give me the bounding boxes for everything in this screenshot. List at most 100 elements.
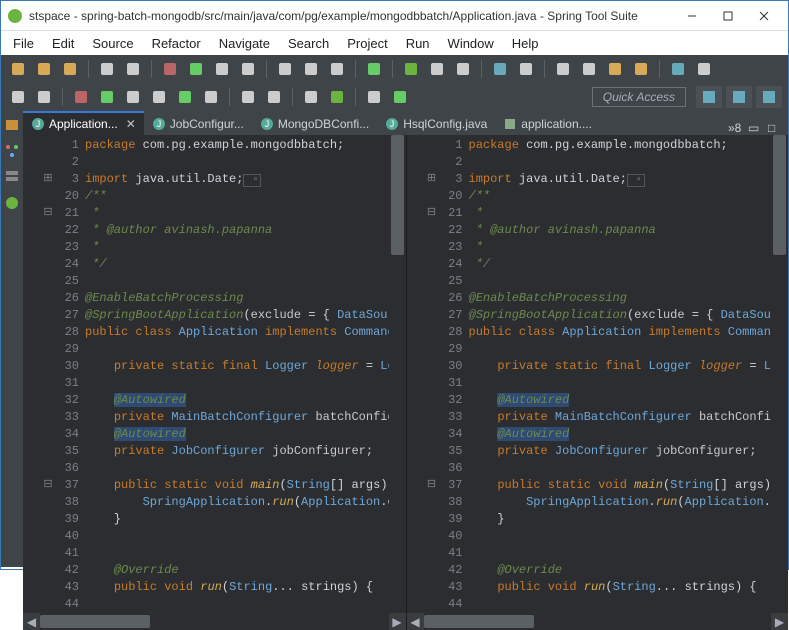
toolbar-newtype-icon[interactable] bbox=[122, 86, 144, 108]
editor-tab-2[interactable]: JMongoDBConfi... bbox=[252, 111, 377, 135]
code-line[interactable]: * bbox=[469, 205, 789, 222]
code-line[interactable]: private static final Logger logger = Log bbox=[85, 358, 406, 375]
toolbar-newpkg-icon[interactable] bbox=[667, 58, 689, 80]
toolbar-stop-icon[interactable] bbox=[211, 58, 233, 80]
code-line[interactable] bbox=[469, 528, 789, 545]
code-line[interactable] bbox=[85, 545, 406, 562]
code-line[interactable]: public static void main(String[] args) { bbox=[85, 477, 406, 494]
maximize-view-icon[interactable]: □ bbox=[768, 121, 782, 135]
open-perspective-icon[interactable] bbox=[696, 86, 722, 108]
maximize-button[interactable] bbox=[710, 2, 746, 30]
code-line[interactable] bbox=[469, 545, 789, 562]
package-explorer-icon[interactable] bbox=[4, 117, 20, 133]
toolbar-newfolder-icon[interactable] bbox=[70, 86, 92, 108]
toolbar-back-icon[interactable] bbox=[300, 86, 322, 108]
type-hierarchy-icon[interactable] bbox=[4, 143, 20, 159]
toolbar-redo-icon[interactable] bbox=[263, 86, 285, 108]
toolbar-stepret-icon[interactable] bbox=[326, 58, 348, 80]
toolbar-new-icon[interactable] bbox=[7, 58, 29, 80]
toolbar-spring-icon[interactable] bbox=[452, 58, 474, 80]
editor-tab-4[interactable]: application.... bbox=[495, 111, 600, 135]
toolbar-runlast-icon[interactable] bbox=[630, 58, 652, 80]
code-line[interactable] bbox=[469, 341, 789, 358]
code-line[interactable] bbox=[85, 341, 406, 358]
toolbar-run-boot-icon[interactable] bbox=[363, 58, 385, 80]
editor-tab-3[interactable]: JHsqlConfig.java bbox=[377, 111, 495, 135]
menu-refactor[interactable]: Refactor bbox=[144, 34, 209, 53]
toolbar-openres-icon[interactable] bbox=[33, 86, 55, 108]
code-line[interactable]: private MainBatchConfigurer batchConfigu bbox=[85, 409, 406, 426]
servers-icon[interactable] bbox=[4, 169, 20, 185]
code-line[interactable]: @Autowired bbox=[469, 426, 789, 443]
code-line[interactable]: @Autowired bbox=[469, 392, 789, 409]
toolbar-suspend-icon[interactable] bbox=[185, 58, 207, 80]
toolbar-disconnect-icon[interactable] bbox=[237, 58, 259, 80]
code-line[interactable]: } bbox=[469, 511, 789, 528]
code-line[interactable]: package com.pg.example.mongodbbatch; bbox=[469, 137, 789, 154]
code-line[interactable]: SpringApplication.run(Application.cl bbox=[85, 494, 406, 511]
editor-tab-0[interactable]: JApplication...✕ bbox=[23, 111, 144, 135]
horizontal-scrollbar[interactable]: ◀▶ bbox=[407, 613, 789, 630]
toolbar-stepover-icon[interactable] bbox=[300, 58, 322, 80]
fold-column[interactable]: ⊞⊟⊟ bbox=[41, 135, 55, 613]
tab-overflow-icon[interactable]: »8 bbox=[728, 121, 742, 135]
code-line[interactable]: * bbox=[85, 205, 406, 222]
menu-run[interactable]: Run bbox=[398, 34, 438, 53]
toolbar-stepinto-icon[interactable] bbox=[274, 58, 296, 80]
menu-project[interactable]: Project bbox=[339, 34, 395, 53]
code-line[interactable]: public void run(String... strings) { bbox=[469, 579, 789, 596]
vertical-scrollbar[interactable] bbox=[771, 135, 788, 613]
menu-navigate[interactable]: Navigate bbox=[211, 34, 278, 53]
toolbar-debug-icon[interactable] bbox=[96, 58, 118, 80]
toolbar-newfile-icon[interactable] bbox=[96, 86, 118, 108]
code-line[interactable]: * bbox=[469, 239, 789, 256]
code-line[interactable]: import java.util.Date; ▫ bbox=[469, 171, 789, 188]
toolbar-skip-icon[interactable] bbox=[122, 58, 144, 80]
code-line[interactable] bbox=[469, 460, 789, 477]
minimize-view-icon[interactable]: ▭ bbox=[748, 121, 762, 135]
debug-perspective-icon[interactable] bbox=[756, 86, 782, 108]
code-line[interactable] bbox=[85, 596, 406, 613]
code-line[interactable]: @SpringBootApplication(exclude = { DataS… bbox=[85, 307, 406, 324]
vertical-scrollbar[interactable] bbox=[389, 135, 406, 613]
toolbar-ann-next-icon[interactable] bbox=[389, 86, 411, 108]
toolbar-fwd-icon[interactable] bbox=[326, 86, 348, 108]
toolbar-saveall-icon[interactable] bbox=[59, 58, 81, 80]
code-line[interactable]: } bbox=[85, 511, 406, 528]
code-line[interactable] bbox=[469, 375, 789, 392]
code-line[interactable]: package com.pg.example.mongodbbatch; bbox=[85, 137, 406, 154]
quick-access-input[interactable]: Quick Access bbox=[592, 87, 686, 107]
code-line[interactable]: public class Application implements Comm… bbox=[85, 324, 406, 341]
code-line[interactable]: import java.util.Date; ▫ bbox=[85, 171, 406, 188]
code-line[interactable] bbox=[85, 273, 406, 290]
toolbar-newclass-icon[interactable] bbox=[693, 58, 715, 80]
toolbar-task-icon[interactable] bbox=[515, 58, 537, 80]
toolbar-newjava-icon[interactable] bbox=[148, 86, 170, 108]
toolbar-run-icon[interactable] bbox=[552, 58, 574, 80]
toolbar-undo-icon[interactable] bbox=[237, 86, 259, 108]
code-line[interactable]: @Autowired bbox=[85, 426, 406, 443]
toolbar-newwiz-icon[interactable] bbox=[174, 86, 196, 108]
code-line[interactable]: public class Application implements Comm… bbox=[469, 324, 789, 341]
menu-file[interactable]: File bbox=[5, 34, 42, 53]
toolbar-relaunch-icon[interactable] bbox=[426, 58, 448, 80]
code-line[interactable]: * @author avinash.papanna bbox=[469, 222, 789, 239]
code-line[interactable]: private MainBatchConfigurer batchConfigu bbox=[469, 409, 789, 426]
toolbar-save-icon[interactable] bbox=[33, 58, 55, 80]
code-line[interactable] bbox=[85, 460, 406, 477]
code-line[interactable] bbox=[85, 528, 406, 545]
horizontal-scrollbar[interactable]: ◀▶ bbox=[23, 613, 406, 630]
code-line[interactable]: */ bbox=[469, 256, 789, 273]
code-line[interactable] bbox=[469, 154, 789, 171]
code-line[interactable]: private JobConfigurer jobConfigurer; bbox=[85, 443, 406, 460]
code-line[interactable] bbox=[469, 596, 789, 613]
java-perspective-icon[interactable] bbox=[726, 86, 752, 108]
toolbar-newsrv-icon[interactable] bbox=[200, 86, 222, 108]
code-line[interactable]: @Override bbox=[85, 562, 406, 579]
toolbar-ext-icon[interactable] bbox=[604, 58, 626, 80]
toolbar-resume-icon[interactable] bbox=[159, 58, 181, 80]
menu-help[interactable]: Help bbox=[504, 34, 547, 53]
code-line[interactable]: private JobConfigurer jobConfigurer; bbox=[469, 443, 789, 460]
code-line[interactable]: /** bbox=[85, 188, 406, 205]
menu-window[interactable]: Window bbox=[440, 34, 502, 53]
